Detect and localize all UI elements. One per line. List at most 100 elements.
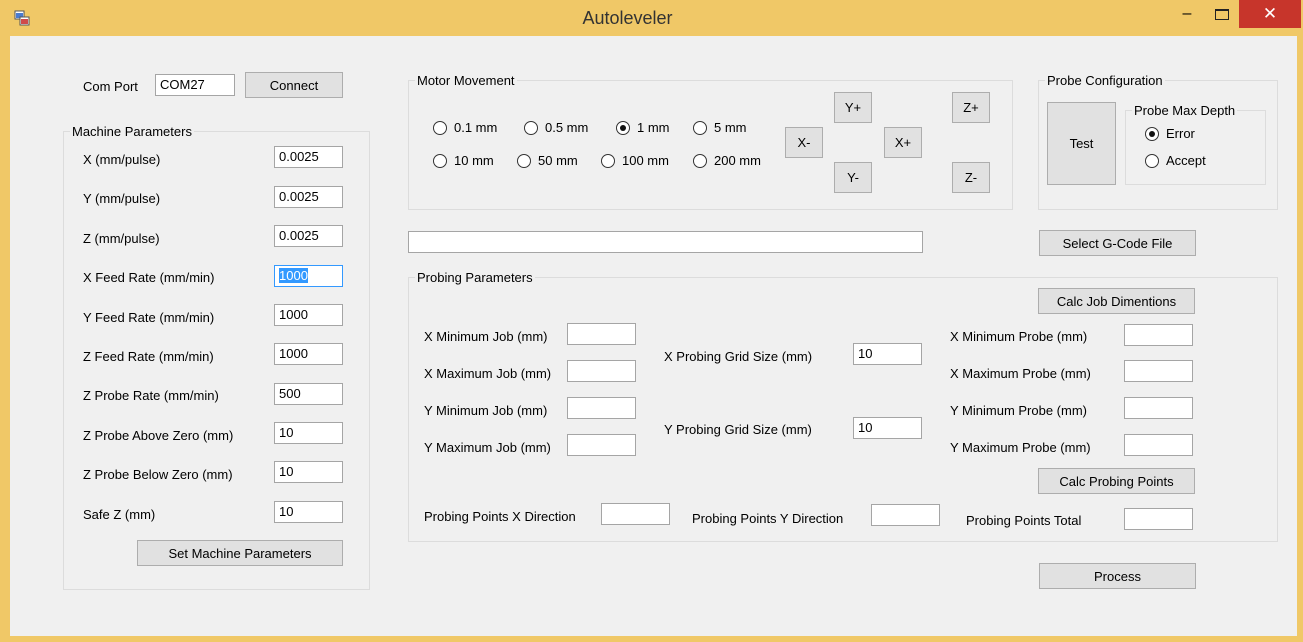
calc-probing-points-button[interactable]: Calc Probing Points	[1038, 468, 1195, 494]
connect-button[interactable]: Connect	[245, 72, 343, 98]
y-minimum-probe-input[interactable]	[1124, 397, 1193, 419]
z-probe-below-zero-label: Z Probe Below Zero (mm)	[83, 467, 233, 482]
x-probing-grid-size-label: X Probing Grid Size (mm)	[664, 349, 813, 364]
x-plus-button[interactable]: X+	[884, 127, 922, 158]
step-radio-5[interactable]: 5 mm	[693, 120, 747, 135]
y-mm-pulse-value: 0.0025	[279, 189, 319, 204]
step-label: 0.5 mm	[545, 120, 589, 135]
step-label: 200 mm	[714, 153, 761, 168]
step-radio-0-5[interactable]: 0.5 mm	[524, 120, 588, 135]
step-radio-10[interactable]: 10 mm	[433, 153, 494, 168]
probe-max-depth-group	[1125, 110, 1266, 185]
y-maximum-job-input[interactable]	[567, 434, 636, 456]
y-maximum-job-label: Y Maximum Job (mm)	[424, 440, 551, 455]
z-probe-above-zero-label: Z Probe Above Zero (mm)	[83, 428, 234, 443]
z-minus-button[interactable]: Z-	[952, 162, 990, 193]
step-radio-200[interactable]: 200 mm	[693, 153, 761, 168]
z-probe-rate-input[interactable]: 500	[274, 383, 343, 405]
radio-circle-selected	[616, 120, 630, 135]
z-feed-rate-input[interactable]: 1000	[274, 343, 343, 365]
radio-circle	[433, 120, 447, 135]
x-mm-pulse-label: X (mm/pulse)	[83, 152, 161, 167]
y-minimum-job-input[interactable]	[567, 397, 636, 419]
safe-z-input[interactable]: 10	[274, 501, 343, 523]
motor-movement-group	[408, 80, 1013, 210]
z-feed-rate-value: 1000	[279, 346, 308, 361]
probing-parameters-title: Probing Parameters	[415, 270, 535, 285]
step-label: 50 mm	[538, 153, 578, 168]
x-minimum-job-input[interactable]	[567, 323, 636, 345]
process-button[interactable]: Process	[1039, 563, 1196, 589]
radio-circle	[693, 120, 707, 135]
window-title: Autoleveler	[582, 8, 673, 28]
radio-circle	[517, 153, 531, 168]
minimize-button[interactable]: –	[1170, 2, 1204, 28]
x-feed-rate-value: 1000	[279, 268, 308, 283]
step-label: 10 mm	[454, 153, 494, 168]
step-radio-100[interactable]: 100 mm	[601, 153, 669, 168]
select-gcode-file-button[interactable]: Select G-Code File	[1039, 230, 1196, 256]
radio-circle	[433, 153, 447, 168]
y-feed-rate-value: 1000	[279, 307, 308, 322]
z-probe-below-zero-input[interactable]: 10	[274, 461, 343, 483]
probing-points-y-label: Probing Points Y Direction	[692, 511, 844, 526]
y-mm-pulse-label: Y (mm/pulse)	[83, 191, 161, 206]
z-plus-button[interactable]: Z+	[952, 92, 990, 123]
y-plus-button[interactable]: Y+	[834, 92, 872, 123]
close-button[interactable]: ✕	[1239, 0, 1301, 28]
y-minimum-probe-label: Y Minimum Probe (mm)	[950, 403, 1088, 418]
x-maximum-probe-label: X Maximum Probe (mm)	[950, 366, 1091, 381]
x-maximum-probe-input[interactable]	[1124, 360, 1193, 382]
error-label: Error	[1166, 126, 1195, 141]
probe-max-depth-title: Probe Max Depth	[1132, 103, 1238, 118]
x-mm-pulse-value: 0.0025	[279, 149, 319, 164]
accept-radio[interactable]: Accept	[1145, 153, 1206, 168]
machine-parameters-title: Machine Parameters	[70, 124, 194, 139]
z-probe-rate-value: 500	[279, 386, 301, 401]
x-maximum-job-input[interactable]	[567, 360, 636, 382]
probing-points-total-input[interactable]	[1124, 508, 1193, 530]
z-probe-above-zero-input[interactable]: 10	[274, 422, 343, 444]
z-feed-rate-label: Z Feed Rate (mm/min)	[83, 349, 214, 364]
probing-points-y-input[interactable]	[871, 504, 940, 526]
x-probing-grid-size-value: 10	[858, 346, 873, 361]
x-feed-rate-input[interactable]: 1000	[274, 265, 343, 287]
safe-z-value: 10	[279, 504, 294, 519]
z-probe-below-zero-value: 10	[279, 464, 294, 479]
y-minimum-job-label: Y Minimum Job (mm)	[424, 403, 548, 418]
com-port-input[interactable]: COM27	[155, 74, 235, 96]
y-maximum-probe-input[interactable]	[1124, 434, 1193, 456]
y-feed-rate-label: Y Feed Rate (mm/min)	[83, 310, 215, 325]
step-radio-50[interactable]: 50 mm	[517, 153, 578, 168]
y-feed-rate-input[interactable]: 1000	[274, 304, 343, 326]
y-minus-button[interactable]: Y-	[834, 162, 872, 193]
maximize-icon	[1215, 9, 1229, 20]
x-mm-pulse-input[interactable]: 0.0025	[274, 146, 343, 168]
step-radio-0-1[interactable]: 0.1 mm	[433, 120, 497, 135]
set-machine-parameters-button[interactable]: Set Machine Parameters	[137, 540, 343, 566]
x-minimum-job-label: X Minimum Job (mm)	[424, 329, 548, 344]
step-radio-1[interactable]: 1 mm	[616, 120, 670, 135]
com-port-value: COM27	[160, 77, 205, 92]
z-mm-pulse-input[interactable]: 0.0025	[274, 225, 343, 247]
x-minus-button[interactable]: X-	[785, 127, 823, 158]
y-probing-grid-size-input[interactable]: 10	[853, 417, 922, 439]
x-minimum-probe-label: X Minimum Probe (mm)	[950, 329, 1088, 344]
error-radio[interactable]: Error	[1145, 126, 1195, 141]
y-mm-pulse-input[interactable]: 0.0025	[274, 186, 343, 208]
test-button[interactable]: Test	[1047, 102, 1116, 185]
radio-circle	[601, 153, 615, 168]
gcode-file-path-input[interactable]	[408, 231, 923, 253]
x-probing-grid-size-input[interactable]: 10	[853, 343, 922, 365]
probing-points-x-input[interactable]	[601, 503, 670, 525]
probing-points-x-label: Probing Points X Direction	[424, 509, 576, 524]
calc-job-dimentions-button[interactable]: Calc Job Dimentions	[1038, 288, 1195, 314]
radio-circle	[1145, 153, 1159, 168]
maximize-button[interactable]	[1205, 2, 1239, 28]
com-port-label: Com Port	[83, 79, 138, 94]
radio-circle	[524, 120, 538, 135]
x-maximum-job-label: X Maximum Job (mm)	[424, 366, 552, 381]
accept-label: Accept	[1166, 153, 1206, 168]
step-label: 5 mm	[714, 120, 747, 135]
x-minimum-probe-input[interactable]	[1124, 324, 1193, 346]
